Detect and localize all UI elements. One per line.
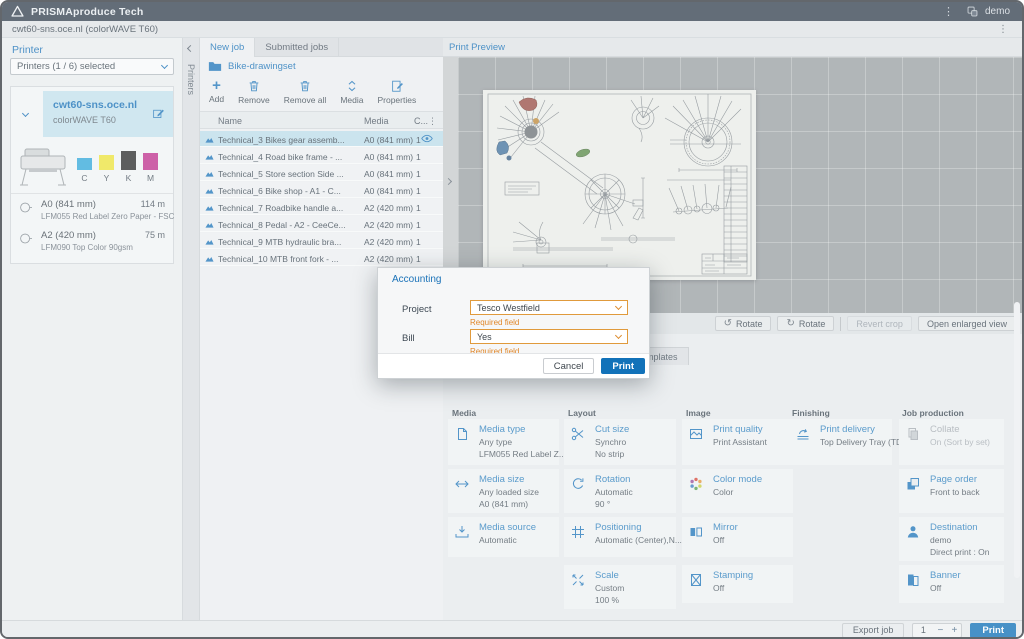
bill-select[interactable]: Yes bbox=[470, 329, 628, 344]
project-select[interactable]: Tesco Westfield bbox=[470, 300, 628, 315]
project-label: Project bbox=[402, 304, 432, 315]
cancel-button[interactable]: Cancel bbox=[543, 358, 595, 374]
bill-label: Bill bbox=[402, 333, 415, 344]
accounting-dialog: Accounting Project Tesco Westfield Requi… bbox=[377, 267, 650, 379]
bill-value: Yes bbox=[477, 332, 492, 342]
dialog-title: Accounting bbox=[392, 274, 441, 285]
project-value: Tesco Westfield bbox=[477, 303, 540, 313]
dialog-print-button[interactable]: Print bbox=[601, 358, 645, 374]
project-required-hint: Required field bbox=[470, 318, 519, 327]
dialog-footer: Cancel Print bbox=[378, 353, 649, 378]
app-window: PRISMAproduce Tech ⋮ demo cwt60-sns.oce.… bbox=[0, 0, 1024, 639]
